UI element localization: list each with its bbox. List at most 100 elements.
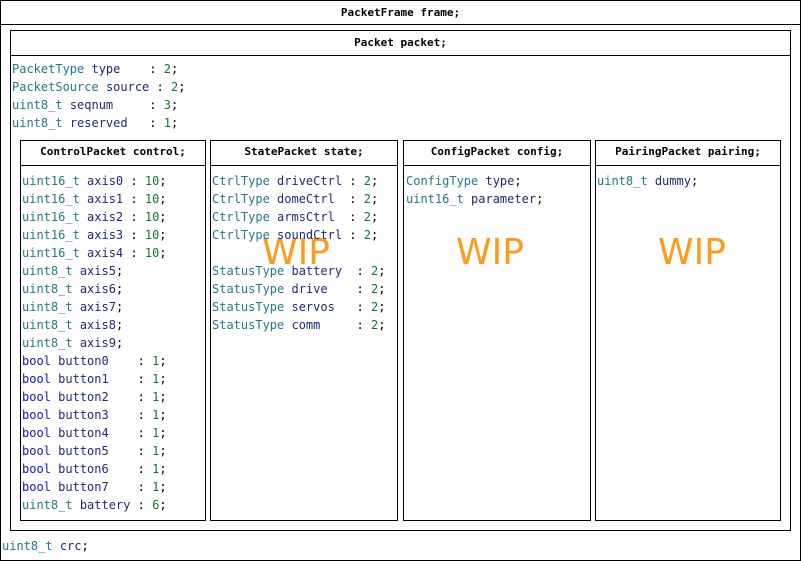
field-line: StatusType servos : 2; (212, 298, 385, 316)
field-line: uint16_t axis0 : 10; (22, 172, 167, 190)
field-type: bool (22, 354, 51, 368)
control-fields-list: uint16_t axis0 : 10; uint16_t axis1 : 10;… (22, 172, 167, 514)
field-line: uint8_t axis9; (22, 334, 167, 352)
field-space (80, 210, 87, 224)
field-terminator: ; (370, 228, 379, 242)
field-line: CtrlType domeCtrl : 2; (212, 190, 378, 208)
field-space (53, 539, 60, 553)
field-line: bool button3 : 1; (22, 406, 167, 424)
field-space (648, 174, 655, 188)
field-separator: : (108, 480, 153, 494)
field-line: uint8_t reserved : 1; (12, 114, 185, 132)
field-line: uint8_t axis5; (22, 262, 167, 280)
field-terminator: ; (378, 318, 386, 332)
field-type: uint16_t (22, 192, 80, 206)
pairing-wip-label: WIP (658, 232, 726, 273)
field-terminator: ; (159, 408, 167, 422)
field-name: axis5 (79, 264, 116, 278)
field-line: uint8_t dummy; (597, 172, 698, 190)
field-type: uint8_t (22, 318, 73, 332)
field-terminator: ; (159, 192, 167, 206)
field-space (80, 228, 87, 242)
field-name: axis4 (87, 246, 124, 260)
field-space (270, 210, 277, 224)
field-type: CtrlType (212, 228, 270, 242)
field-type: bool (22, 390, 51, 404)
state-status-fields-list: StatusType battery : 2; StatusType drive … (212, 262, 385, 334)
field-line: StatusType battery : 2; (212, 262, 385, 280)
field-terminator: ; (115, 318, 124, 332)
pairing-fields-list: uint8_t dummy; (597, 172, 698, 190)
field-type: PacketType (12, 62, 85, 76)
field-separator: : (130, 498, 153, 512)
field-line: PacketSource source : 2; (12, 78, 185, 96)
field-type: uint16_t (22, 210, 80, 224)
field-terminator: ; (159, 390, 167, 404)
field-type: CtrlType (212, 210, 270, 224)
config-fields-list: ConfigType type; uint16_t parameter; (406, 172, 543, 208)
field-name: button1 (58, 372, 109, 386)
field-separator: : (123, 210, 145, 224)
field-value: 10 (144, 174, 160, 188)
field-terminator: ; (378, 282, 386, 296)
field-line: uint8_t axis7; (22, 298, 167, 316)
field-type: uint16_t (22, 228, 80, 242)
field-separator: : (123, 246, 145, 260)
field-type: uint8_t (12, 116, 63, 130)
field-line: PacketType type : 2; (12, 60, 185, 78)
field-name: button0 (58, 354, 109, 368)
field-type: bool (22, 462, 51, 476)
field-terminator: ; (170, 98, 179, 112)
field-terminator: ; (370, 174, 379, 188)
state-title-divider (211, 165, 397, 166)
field-terminator: ; (690, 174, 699, 188)
field-space (63, 116, 70, 130)
pairing-packet-box: PairingPacket pairing; (595, 140, 781, 521)
field-separator: : (108, 390, 153, 404)
field-name: button7 (58, 480, 109, 494)
field-name: button3 (58, 408, 109, 422)
field-separator: : (342, 264, 371, 278)
control-packet-title: ControlPacket control; (40, 145, 186, 158)
field-separator: : (334, 192, 364, 206)
config-wip-label: WIP (456, 232, 524, 273)
field-name: soundCtrl (277, 228, 343, 242)
field-terminator: ; (115, 282, 124, 296)
field-separator: : (149, 80, 171, 94)
field-line: CtrlType driveCtrl : 2; (212, 172, 378, 190)
field-space (73, 318, 80, 332)
field-separator: : (108, 354, 153, 368)
field-name: battery (291, 264, 343, 278)
field-value: 2 (363, 228, 371, 242)
field-value: 10 (144, 210, 160, 224)
field-terminator: ; (178, 80, 186, 94)
frame-title: PacketFrame frame; (340, 6, 461, 19)
field-type: bool (22, 408, 51, 422)
field-terminator: ; (370, 192, 379, 206)
field-terminator: ; (170, 116, 179, 130)
field-space (80, 246, 87, 260)
field-terminator: ; (536, 192, 544, 206)
field-name: domeCtrl (277, 192, 335, 206)
field-space (80, 174, 87, 188)
field-line: bool button4 : 1; (22, 424, 167, 442)
field-terminator: ; (378, 264, 386, 278)
field-terminator: ; (514, 174, 522, 188)
field-type: uint8_t (22, 282, 73, 296)
frame-title-divider (1, 24, 800, 25)
field-line: bool button5 : 1; (22, 442, 167, 460)
field-name: source (105, 80, 150, 94)
field-line: bool button2 : 1; (22, 388, 167, 406)
field-value: 2 (163, 62, 171, 76)
field-value: 10 (144, 192, 160, 206)
field-separator: : (113, 98, 164, 112)
field-type: uint8_t (2, 539, 53, 553)
field-line: StatusType drive : 2; (212, 280, 385, 298)
field-terminator: ; (115, 264, 124, 278)
field-terminator: ; (159, 210, 167, 224)
field-value: 2 (363, 192, 371, 206)
field-terminator: ; (81, 539, 89, 553)
field-name: armsCtrl (277, 210, 335, 224)
field-line: uint16_t axis3 : 10; (22, 226, 167, 244)
field-value: 1 (163, 116, 171, 130)
